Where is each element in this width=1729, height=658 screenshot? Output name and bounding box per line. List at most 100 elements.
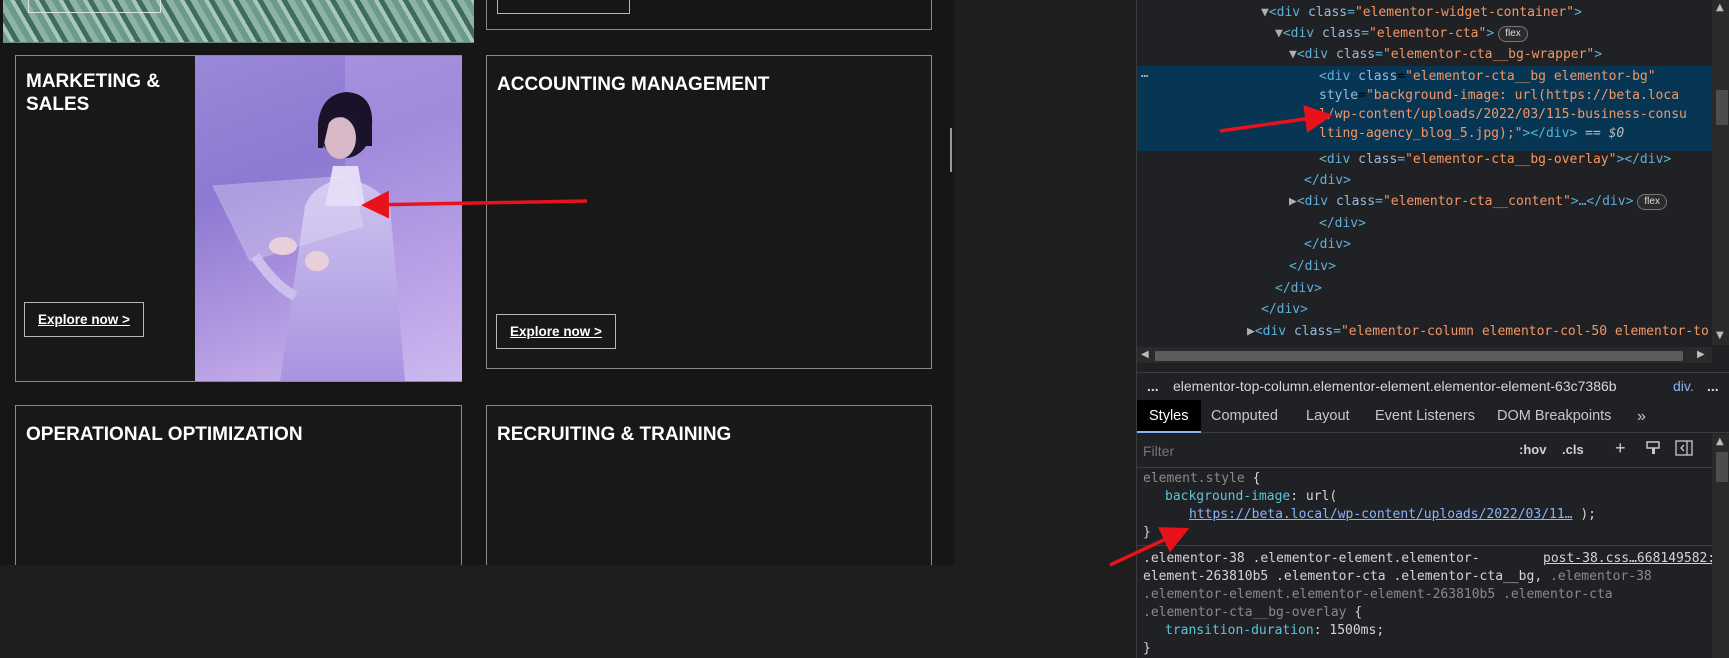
dom-node-column[interactable]: ▶<div class="elementor-column elementor-… [1247, 322, 1709, 342]
expand-triangle-icon[interactable]: ▼ [1261, 5, 1269, 20]
dom-close-tag[interactable]: </div> [1304, 171, 1351, 191]
card-title: MARKETING & SALES [26, 70, 160, 116]
card-marketing-sales[interactable]: MARKETING & SALES Explore now > [15, 55, 462, 382]
toggle-sidebar-icon[interactable] [1675, 440, 1693, 459]
scroll-left-arrow-icon[interactable]: ◀ [1141, 349, 1149, 360]
horizontal-scrollbar-thumb[interactable] [1155, 351, 1683, 361]
dom-attr-value: "elementor-cta__content" [1382, 194, 1571, 209]
css-value: : 1500ms; [1313, 623, 1385, 638]
top-card-partial [486, 0, 932, 30]
tab-event-listeners[interactable]: Event Listeners [1375, 400, 1475, 433]
styles-scrollbar-thumb[interactable] [1716, 452, 1728, 482]
styles-filter-row: :hov .cls + [1137, 434, 1712, 468]
dom-node-cta-content[interactable]: ▶<div class="elementor-cta__content">…</… [1289, 192, 1667, 212]
breadcrumb-item-next[interactable]: div. [1673, 373, 1694, 399]
hov-toggle[interactable]: :hov [1519, 442, 1546, 457]
expand-triangle-icon[interactable]: ▼ [1275, 26, 1283, 41]
page-preview: MARKETING & SALES Explore now > ACCOUNTI… [0, 0, 954, 565]
dom-tag: <div [1296, 194, 1336, 209]
css-selector[interactable]: .elementor-element.elementor-element-263… [1143, 586, 1613, 604]
paint-brush-icon[interactable] [1645, 440, 1661, 459]
breadcrumb-item[interactable]: elementor-top-column.elementor-element.e… [1173, 373, 1617, 399]
css-declaration[interactable]: transition-duration: 1500ms; [1165, 622, 1384, 640]
css-selector-part: .elementor-cta__bg-overlay [1143, 605, 1347, 620]
css-property[interactable]: transition-duration [1165, 623, 1314, 638]
css-value: ); [1572, 507, 1596, 522]
tab-computed[interactable]: Computed [1211, 400, 1278, 433]
dom-close-tag[interactable]: </div> [1261, 300, 1308, 320]
explore-now-button[interactable]: Explore now > [496, 314, 616, 349]
scroll-up-arrow-icon[interactable]: ▲ [1716, 2, 1724, 13]
tab-layout[interactable]: Layout [1306, 400, 1350, 433]
css-brace: { [1244, 471, 1261, 486]
explore-now-button[interactable]: Explore now > [24, 302, 144, 337]
dom-attr-value: "elementor-cta__bg-overlay" [1405, 152, 1617, 167]
card-title: RECRUITING & TRAINING [497, 424, 732, 445]
tab-dom-breakpoints[interactable]: DOM Breakpoints [1497, 400, 1611, 433]
expand-triangle-icon[interactable]: ▼ [1289, 47, 1297, 62]
breadcrumb-ellipsis[interactable]: ... [1707, 373, 1719, 399]
dom-close-tag[interactable]: </div> [1275, 279, 1322, 299]
scroll-up-arrow-icon[interactable]: ▲ [1716, 436, 1724, 447]
dom-tag: <div [1319, 152, 1359, 167]
dom-vertical-scrollbar[interactable] [1712, 0, 1729, 345]
dom-attr: class [1335, 47, 1376, 62]
cls-toggle[interactable]: .cls [1562, 442, 1584, 457]
selected-node-line: <div class="elementor-cta__bg elementor-… [1319, 69, 1656, 84]
css-declaration[interactable]: background-image: url( [1165, 488, 1337, 506]
css-selector[interactable]: element.style [1143, 471, 1245, 486]
dom-node-bg-wrapper[interactable]: ▼<div class="elementor-cta__bg-wrapper"> [1289, 45, 1602, 65]
dom-close-tag[interactable]: </div> [1319, 214, 1366, 234]
css-declaration-value: https://beta.local/wp-content/uploads/20… [1189, 506, 1596, 524]
css-selector[interactable]: element-263810b5 .elementor-cta .element… [1143, 568, 1652, 586]
selected-node-line: l/wp-content/uploads/2022/03/115-busines… [1319, 106, 1687, 125]
dom-node-bg-overlay[interactable]: <div class="elementor-cta__bg-overlay"><… [1319, 150, 1671, 170]
card-recruiting-training[interactable]: RECRUITING & TRAINING [486, 405, 932, 565]
more-tabs-icon[interactable]: » [1637, 400, 1646, 433]
css-selector-part: .elementor-38 [1542, 569, 1652, 584]
card-title-line: MARKETING & [26, 71, 161, 92]
dom-tag: >…</div> [1570, 194, 1634, 209]
dom-close-tag[interactable]: </div> [1304, 235, 1351, 255]
top-image-strip [3, 0, 474, 43]
styles-pane: element.style { background-image: url( h… [1137, 470, 1712, 658]
css-url-link[interactable]: https://beta.local/wp-content/uploads/20… [1189, 507, 1573, 522]
dom-scrollbar-thumb[interactable] [1716, 90, 1728, 125]
css-value: : url( [1290, 489, 1338, 504]
dom-attr: style [1319, 88, 1359, 103]
flex-badge[interactable]: flex [1637, 193, 1667, 210]
expand-triangle-icon[interactable]: ▶ [1247, 324, 1255, 339]
node-actions-ellipsis[interactable]: … [1141, 66, 1148, 80]
woman-photo-illustration [212, 56, 462, 381]
selected-marker: == $0 [1577, 126, 1625, 141]
card-operational-optimization[interactable]: OPERATIONAL OPTIMIZATION [15, 405, 462, 565]
styles-filter-input[interactable] [1141, 440, 1507, 462]
dom-node-widget-container[interactable]: ▼<div class="elementor-widget-container"… [1261, 3, 1582, 23]
dom-attr: class [1321, 26, 1362, 41]
scroll-right-arrow-icon[interactable]: ▶ [1697, 349, 1705, 360]
flex-badge[interactable]: flex [1498, 25, 1528, 42]
scroll-down-arrow-icon[interactable]: ▼ [1716, 330, 1724, 341]
dom-close-tag[interactable]: </div> [1289, 257, 1336, 277]
expand-triangle-icon[interactable]: ▶ [1289, 194, 1297, 209]
tab-styles[interactable]: Styles [1137, 400, 1201, 433]
breadcrumb-ellipsis[interactable]: ... [1147, 373, 1159, 399]
card-accounting-management[interactable]: ACCOUNTING MANAGEMENT Explore now > [486, 55, 932, 369]
dom-attr-value: l/wp-content/uploads/2022/03/115-busines… [1319, 107, 1687, 122]
dom-tag: ></div> [1616, 152, 1672, 167]
dom-tag: <div [1268, 5, 1308, 20]
dom-attr-value: "elementor-cta__bg-wrapper" [1382, 47, 1595, 62]
dom-node-cta[interactable]: ▼<div class="elementor-cta"> flex [1275, 24, 1528, 44]
card-title-line: SALES [26, 94, 90, 115]
page-scrollbar-thumb[interactable] [950, 128, 952, 172]
explore-button-partial[interactable] [497, 0, 630, 14]
styles-tabbar: Styles Computed Layout Event Listeners D… [1137, 400, 1729, 433]
selected-node-line: lting-agency_blog_5.jpg);"></div> == $0 [1319, 125, 1624, 144]
card-photo [195, 56, 462, 381]
css-selector[interactable]: .elementor-cta__bg-overlay { [1143, 604, 1362, 622]
explore-button-partial[interactable] [28, 0, 161, 13]
css-property[interactable]: background-image [1165, 489, 1290, 504]
css-source-link[interactable]: post-38.css…668149582:1 [1543, 550, 1712, 568]
css-selector[interactable]: .elementor-38 .elementor-element.element… [1143, 550, 1480, 568]
new-style-rule-button[interactable]: + [1615, 438, 1626, 459]
